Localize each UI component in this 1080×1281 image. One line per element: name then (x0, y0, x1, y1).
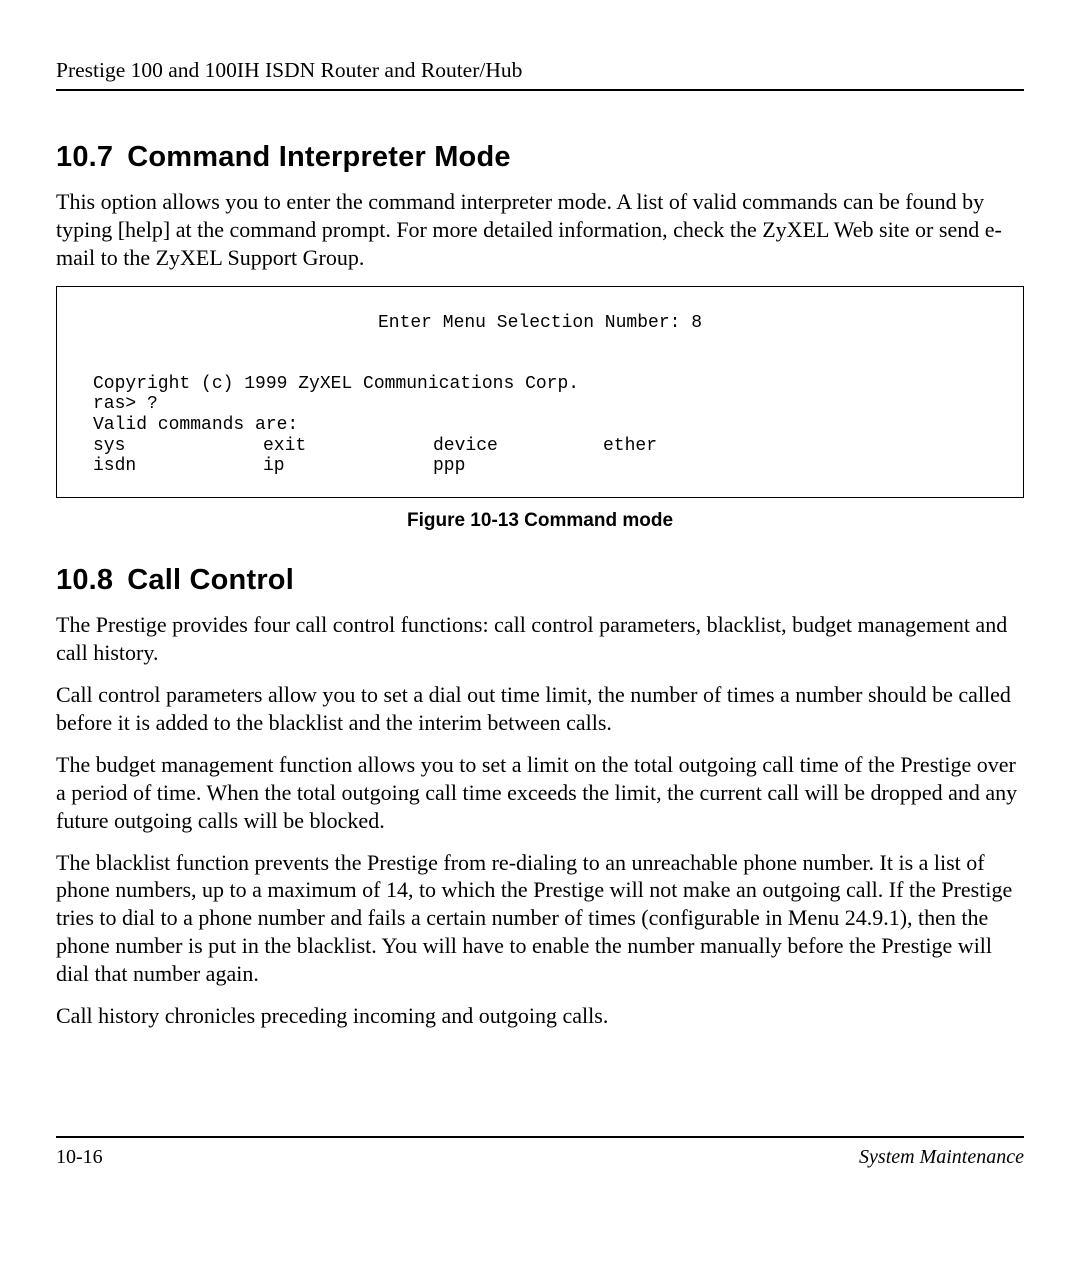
para-10-8-4: The blacklist function prevents the Pres… (56, 849, 1024, 989)
running-header: Prestige 100 and 100IH ISDN Router and R… (56, 58, 1024, 91)
page: Prestige 100 and 100IH ISDN Router and R… (0, 0, 1080, 1281)
command-cell: exit (263, 436, 433, 457)
para-10-8-3: The budget management function allows yo… (56, 751, 1024, 835)
para-10-8-1: The Prestige provides four call control … (56, 611, 1024, 667)
command-cell: ppp (433, 456, 603, 477)
heading-10-8: 10.8 Call Control (56, 564, 1024, 597)
figure-caption: Figure 10-13 Command mode (56, 510, 1024, 532)
para-10-8-2: Call control parameters allow you to set… (56, 681, 1024, 737)
footer-section-name: System Maintenance (859, 1146, 1024, 1169)
menu-selection-line: Enter Menu Selection Number: 8 (93, 313, 987, 334)
command-cell: sys (93, 436, 263, 457)
para-10-7: This option allows you to enter the comm… (56, 188, 1024, 272)
prompt-line: ras> ? (93, 394, 987, 415)
page-number: 10-16 (56, 1146, 103, 1169)
commands-table: sys exit device ether isdn ip ppp (93, 436, 773, 477)
table-row: isdn ip ppp (93, 456, 773, 477)
command-cell: isdn (93, 456, 263, 477)
section-number: 10.7 (56, 141, 113, 173)
terminal-box: Enter Menu Selection Number: 8 Copyright… (56, 286, 1024, 498)
section-number: 10.8 (56, 564, 113, 596)
command-cell: ip (263, 456, 433, 477)
section-title: Call Control (127, 564, 294, 596)
para-10-8-5: Call history chronicles preceding incomi… (56, 1002, 1024, 1030)
valid-commands-label: Valid commands are: (93, 415, 987, 436)
command-cell: ether (603, 436, 773, 457)
page-footer: 10-16 System Maintenance (56, 1136, 1024, 1169)
section-title: Command Interpreter Mode (127, 141, 510, 173)
heading-10-7: 10.7 Command Interpreter Mode (56, 141, 1024, 174)
table-row: sys exit device ether (93, 436, 773, 457)
copyright-line: Copyright (c) 1999 ZyXEL Communications … (93, 374, 987, 395)
command-cell (603, 456, 773, 477)
command-cell: device (433, 436, 603, 457)
